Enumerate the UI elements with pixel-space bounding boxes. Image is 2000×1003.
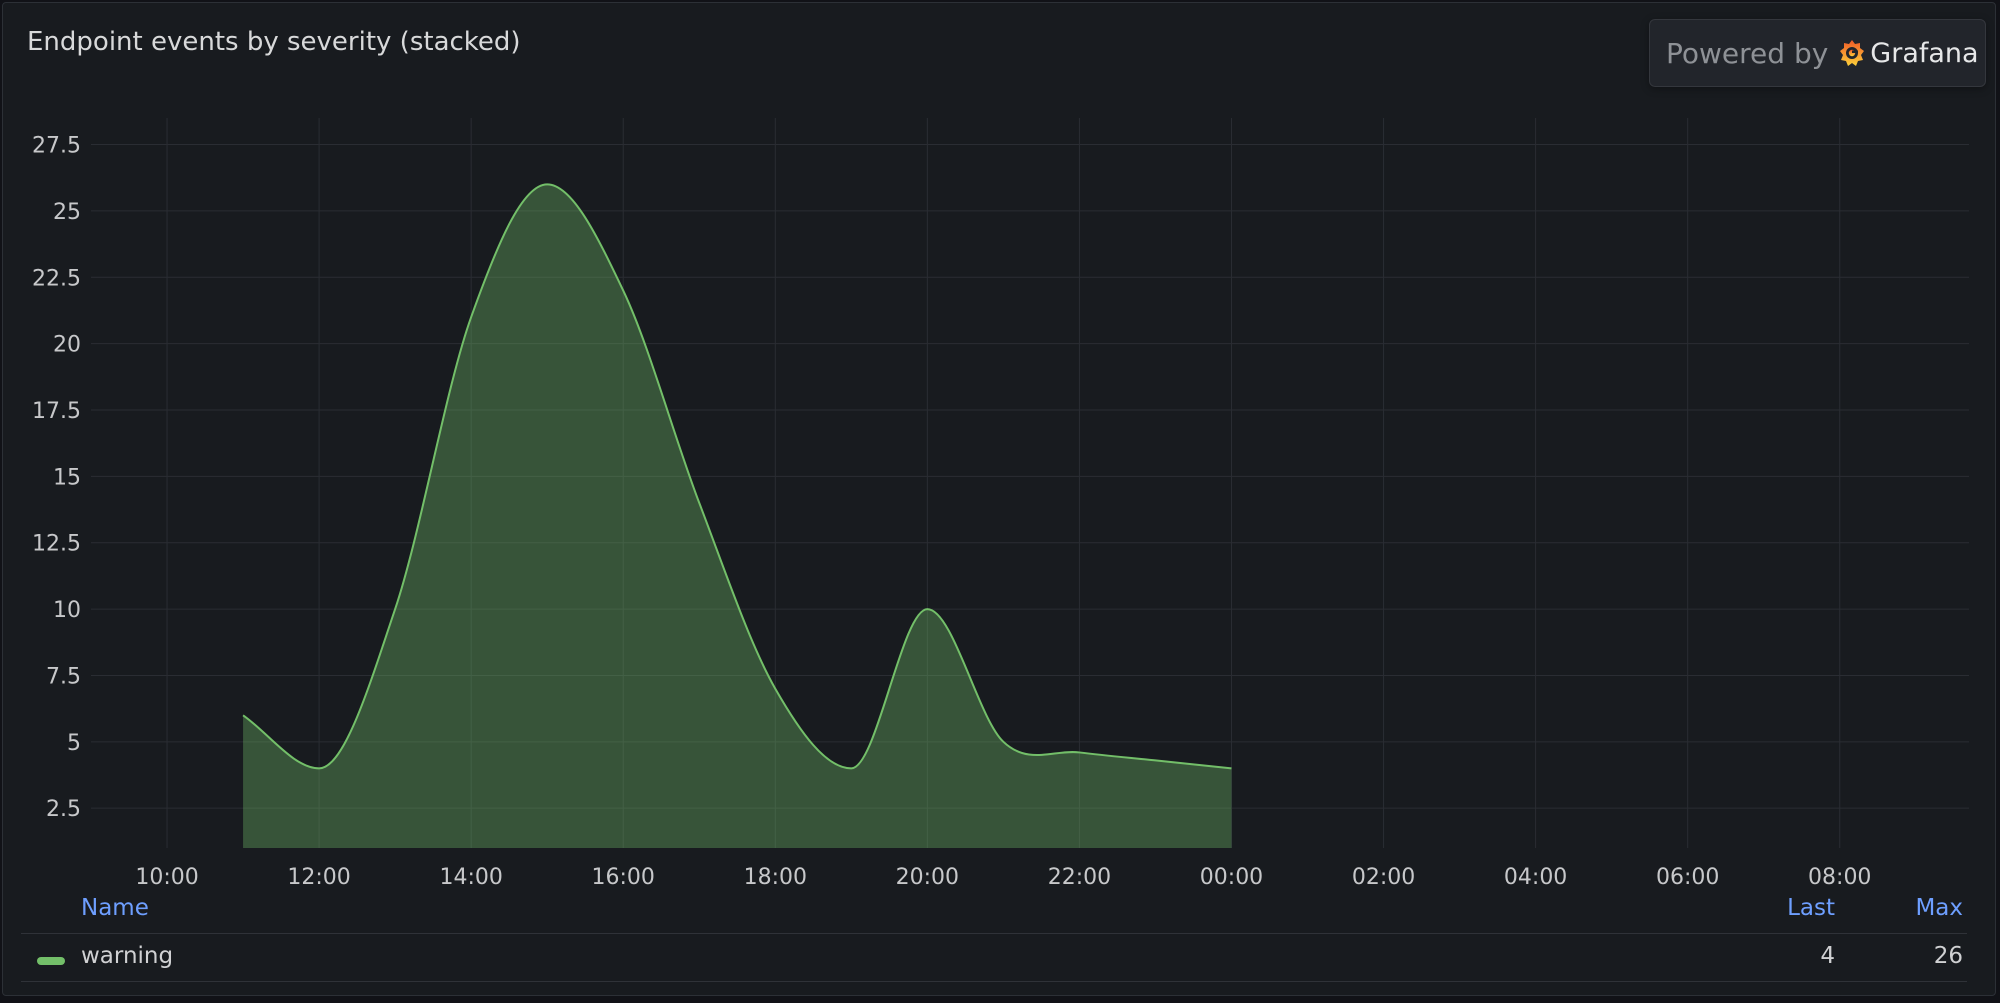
x-tick-label: 00:00	[1200, 865, 1263, 890]
x-tick-label: 06:00	[1656, 865, 1719, 890]
y-tick-label: 2.5	[46, 797, 81, 822]
data-point	[1154, 759, 1156, 761]
x-tick-label: 04:00	[1504, 865, 1567, 890]
y-tick-label: 10	[53, 598, 81, 623]
x-tick-label: 18:00	[744, 865, 807, 890]
data-point	[546, 183, 548, 185]
legend-series-name[interactable]: warning	[81, 943, 173, 969]
x-tick-label: 20:00	[896, 865, 959, 890]
panel: Endpoint events by severity (stacked) Po…	[2, 2, 1996, 996]
legend-divider	[21, 981, 1967, 982]
data-point	[698, 502, 700, 504]
y-tick-label: 17.5	[32, 399, 81, 424]
x-tick-label: 02:00	[1352, 865, 1415, 890]
y-tick-label: 22.5	[32, 266, 81, 291]
y-tick-label: 25	[53, 200, 81, 225]
data-point	[318, 767, 320, 769]
data-point	[850, 767, 852, 769]
data-point	[470, 316, 472, 318]
series-area-warning	[243, 184, 1232, 848]
y-tick-label: 7.5	[46, 664, 81, 689]
data-point	[394, 608, 396, 610]
x-tick-label: 16:00	[592, 865, 655, 890]
data-point	[926, 608, 928, 610]
legend-header-name[interactable]: Name	[81, 895, 149, 921]
legend-max-value: 26	[1933, 943, 1963, 969]
legend-last-value: 4	[1820, 943, 1835, 969]
legend-header-last[interactable]: Last	[1787, 895, 1835, 921]
legend-color-swatch	[37, 957, 65, 965]
legend-header-max[interactable]: Max	[1915, 895, 1963, 921]
data-point	[1078, 751, 1080, 753]
x-tick-label: 14:00	[439, 865, 502, 890]
x-tick-label: 12:00	[287, 865, 350, 890]
x-tick-label: 10:00	[135, 865, 198, 890]
y-tick-label: 20	[53, 333, 81, 358]
x-tick-label: 08:00	[1808, 865, 1871, 890]
data-point	[242, 714, 244, 716]
x-tick-label: 22:00	[1048, 865, 1111, 890]
y-tick-label: 27.5	[32, 134, 81, 159]
legend-divider	[21, 933, 1967, 934]
y-tick-label: 12.5	[32, 532, 81, 557]
data-point	[622, 290, 624, 292]
time-series-chart[interactable]: 2.5 5 7.5 10 12.5 15 17.5 20 22.5 25 27.5 10:00 12:0…	[3, 3, 2000, 1003]
data-point	[774, 688, 776, 690]
data-point	[1002, 741, 1004, 743]
y-tick-label: 5	[67, 731, 81, 756]
data-point	[1230, 767, 1232, 769]
y-tick-label: 15	[53, 465, 81, 490]
